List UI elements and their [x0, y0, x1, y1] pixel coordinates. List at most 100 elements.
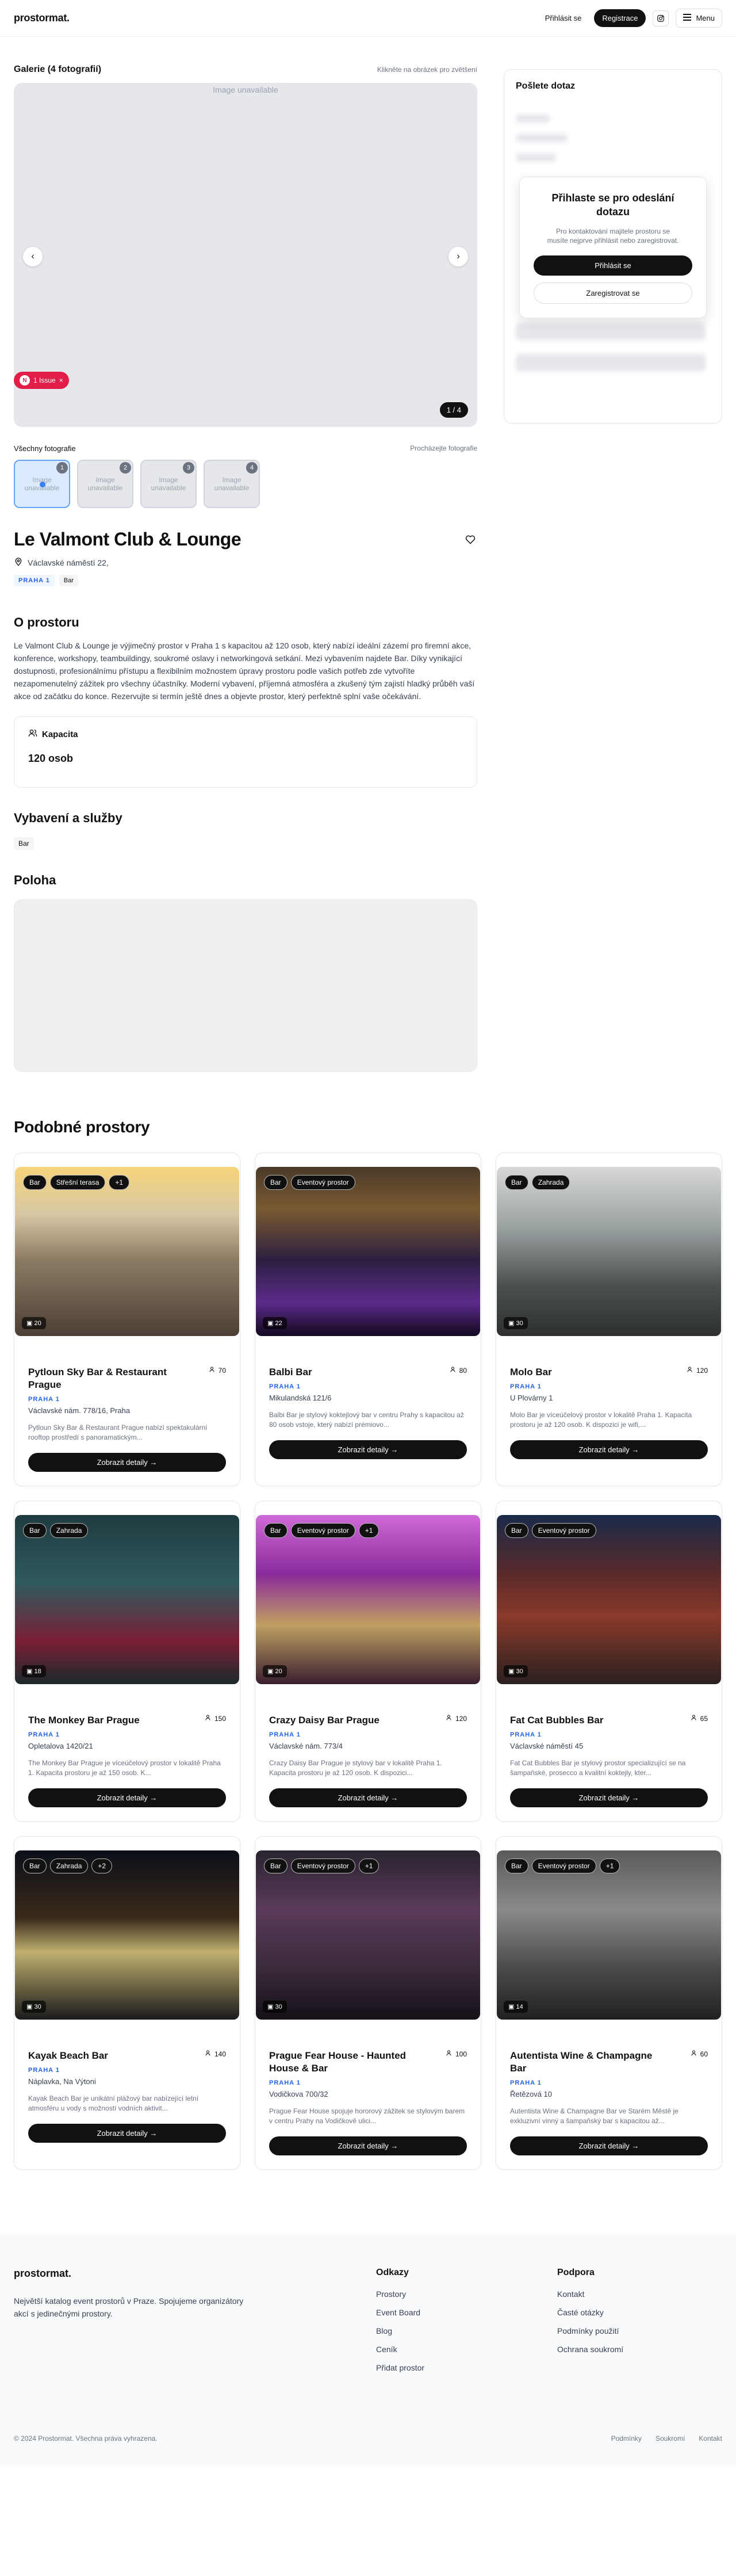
venue-card[interactable]: Bar Střešní terasa +1 ▣ 20 Pytloun Sky Bar… — [14, 1152, 240, 1486]
gallery-main-image[interactable]: Image unavailable ‹ › 1 / 4 N 1 Issue × — [14, 83, 477, 427]
venue-card-name[interactable]: Balbi Bar — [269, 1366, 312, 1379]
users-icon — [205, 1714, 212, 1723]
view-details-button[interactable]: Zobrazit detaily → — [28, 2124, 226, 2143]
footer-link[interactable]: Ceník — [376, 2340, 557, 2359]
venue-card-image[interactable]: Bar Zahrada ▣ 18 — [15, 1515, 239, 1684]
footer-link[interactable]: Ochrana soukromí — [557, 2340, 722, 2359]
camera-icon: ▣ — [508, 2003, 515, 2010]
view-details-button[interactable]: Zobrazit detaily → — [28, 1453, 226, 1472]
footer-logo[interactable]: prostormat. — [14, 2268, 376, 2280]
register-button[interactable]: Registrace — [594, 9, 646, 27]
card-tag: Bar — [264, 1858, 288, 1873]
sidebar-register-button[interactable]: Zaregistrovat se — [534, 283, 692, 304]
venue-card-name[interactable]: The Monkey Bar Prague — [28, 1714, 140, 1727]
thumbnail[interactable]: Image unavailable 3 — [140, 460, 197, 508]
view-details-button[interactable]: Zobrazit detaily → — [28, 1788, 226, 1807]
venue-card-name[interactable]: Molo Bar — [510, 1366, 552, 1379]
capacity-value: 140 — [214, 2050, 226, 2058]
card-tag: Bar — [264, 1523, 288, 1538]
sidebar-login-button[interactable]: Přihlásit se — [534, 255, 692, 276]
footer-bottom-link[interactable]: Podmínky — [611, 2434, 642, 2443]
view-details-button[interactable]: Zobrazit detaily → — [269, 1440, 467, 1459]
inquiry-card: Pošlete dotaz Přihlaste se pro odeslání … — [504, 69, 722, 423]
blurred-field — [516, 323, 706, 340]
venue-card[interactable]: Bar Zahrada ▣ 18 The Monkey Bar Prague 15… — [14, 1501, 240, 1822]
view-details-button[interactable]: Zobrazit detaily → — [269, 1788, 467, 1807]
view-details-button[interactable]: Zobrazit detaily → — [510, 1440, 708, 1459]
similar-venues-heading: Podobné prostory — [14, 1118, 150, 1136]
thumbnail[interactable]: Image unavailable 1 — [14, 460, 70, 508]
venue-card-name[interactable]: Pytloun Sky Bar & Restaurant Prague — [28, 1366, 183, 1391]
venue-card-name[interactable]: Kayak Beach Bar — [28, 2050, 108, 2062]
heart-icon[interactable] — [463, 533, 477, 547]
arrow-right-icon: → — [631, 2142, 639, 2150]
photo-count-value: 14 — [516, 2003, 523, 2010]
venue-card[interactable]: Bar Zahrada ▣ 30 Molo Bar 120 PRAHA 1 U P… — [496, 1152, 722, 1486]
view-details-button[interactable]: Zobrazit detaily → — [510, 1788, 708, 1807]
users-icon — [446, 2050, 453, 2058]
thumbnail[interactable]: Image unavailable 2 — [77, 460, 133, 508]
photo-count-value: 18 — [34, 1668, 41, 1675]
card-tag: Bar — [23, 1858, 47, 1873]
footer-link[interactable]: Blog — [376, 2322, 557, 2340]
menu-label: Menu — [696, 14, 715, 22]
venue-card-name[interactable]: Autentista Wine & Champagne Bar — [510, 2050, 665, 2075]
card-header: Kayak Beach Bar 140 — [28, 2050, 226, 2062]
view-details-label: Zobrazit detaily — [97, 1793, 148, 1802]
capacity-value: 80 — [459, 1366, 467, 1375]
footer-bottom-link[interactable]: Kontakt — [699, 2434, 722, 2443]
venue-card-image[interactable]: Bar Eventový prostor ▣ 22 — [256, 1167, 480, 1336]
photo-count-value: 20 — [275, 1668, 282, 1675]
venue-card-image[interactable]: Bar Eventový prostor +1 ▣ 30 — [256, 1850, 480, 2020]
photo-count-value: 30 — [516, 1320, 523, 1327]
venue-card[interactable]: Bar Eventový prostor ▣ 22 Balbi Bar 80 PR… — [255, 1152, 481, 1486]
camera-icon: ▣ — [267, 1668, 274, 1675]
footer-support-heading: Podpora — [557, 2268, 595, 2277]
footer-link[interactable]: Event Board — [376, 2303, 557, 2322]
photo-count: ▣ 14 — [504, 2001, 528, 2013]
card-header: Molo Bar 120 — [510, 1366, 708, 1379]
issue-badge[interactable]: N 1 Issue × — [14, 372, 69, 389]
venue-card-image[interactable]: Bar Střešní terasa +1 ▣ 20 — [15, 1167, 239, 1336]
venue-card[interactable]: Bar Eventový prostor +1 ▣ 20 Crazy Daisy B… — [255, 1501, 481, 1822]
capacity-card: Kapacita 120 osob — [14, 716, 477, 788]
capacity-value: 70 — [218, 1366, 226, 1375]
login-link[interactable]: Přihlásit se — [539, 9, 588, 27]
venue-card[interactable]: Bar Eventový prostor +1 ▣ 30 Prague Fear H… — [255, 1836, 481, 2170]
thumbnail[interactable]: Image unavailable 4 — [204, 460, 260, 508]
venue-card-name[interactable]: Fat Cat Bubbles Bar — [510, 1714, 603, 1727]
venue-card-image[interactable]: Bar Zahrada ▣ 30 — [497, 1167, 721, 1336]
venue-card[interactable]: Bar Eventový prostor +1 ▣ 14 Autentista Wi… — [496, 1836, 722, 2170]
location-map[interactable] — [14, 899, 477, 1072]
venue-card-name[interactable]: Crazy Daisy Bar Prague — [269, 1714, 379, 1727]
close-icon[interactable]: × — [59, 376, 63, 384]
capacity-badge: 65 — [691, 1714, 708, 1723]
gallery-prev-button[interactable]: ‹ — [23, 247, 43, 266]
venue-card-image[interactable]: Bar Eventový prostor +1 ▣ 20 — [256, 1515, 480, 1684]
amenities-heading: Vybavení a služby — [14, 811, 122, 825]
view-details-label: Zobrazit detaily — [578, 1793, 630, 1802]
venue-card-image[interactable]: Bar Zahrada +2 ▣ 30 — [15, 1850, 239, 2020]
venue-card[interactable]: Bar Zahrada +2 ▣ 30 Kayak Beach Bar 140 PR… — [14, 1836, 240, 2170]
thumbnail-label: Image unavailable — [214, 476, 250, 492]
instagram-icon[interactable] — [653, 10, 669, 26]
browse-photos-hint: Procházejte fotografie — [410, 444, 477, 452]
menu-button[interactable]: Menu — [676, 9, 722, 28]
footer-bottom-link[interactable]: Soukromí — [656, 2434, 685, 2443]
card-description: Autentista Wine & Champagne Bar ve Staré… — [510, 2107, 678, 2125]
venue-card-image[interactable]: Bar Eventový prostor +1 ▣ 14 — [497, 1850, 721, 2020]
venue-card-image[interactable]: Bar Eventový prostor ▣ 30 — [497, 1515, 721, 1684]
footer-link[interactable]: Časté otázky — [557, 2303, 722, 2322]
footer-link[interactable]: Kontakt — [557, 2285, 722, 2303]
footer-link[interactable]: Přidat prostor — [376, 2359, 557, 2377]
venue-card[interactable]: Bar Eventový prostor ▣ 30 Fat Cat Bubbles… — [496, 1501, 722, 1822]
site-logo[interactable]: prostormat. — [14, 12, 70, 24]
footer-link[interactable]: Podmínky použití — [557, 2322, 722, 2340]
view-details-button[interactable]: Zobrazit detaily → — [510, 2136, 708, 2155]
venue-card-name[interactable]: Prague Fear House - Haunted House & Bar — [269, 2050, 424, 2075]
view-details-button[interactable]: Zobrazit detaily → — [269, 2136, 467, 2155]
footer-link[interactable]: Prostory — [376, 2285, 557, 2303]
card-tag: Eventový prostor — [531, 1523, 596, 1538]
gallery-next-button[interactable]: › — [448, 247, 468, 266]
arrow-right-icon: → — [390, 1793, 398, 1802]
